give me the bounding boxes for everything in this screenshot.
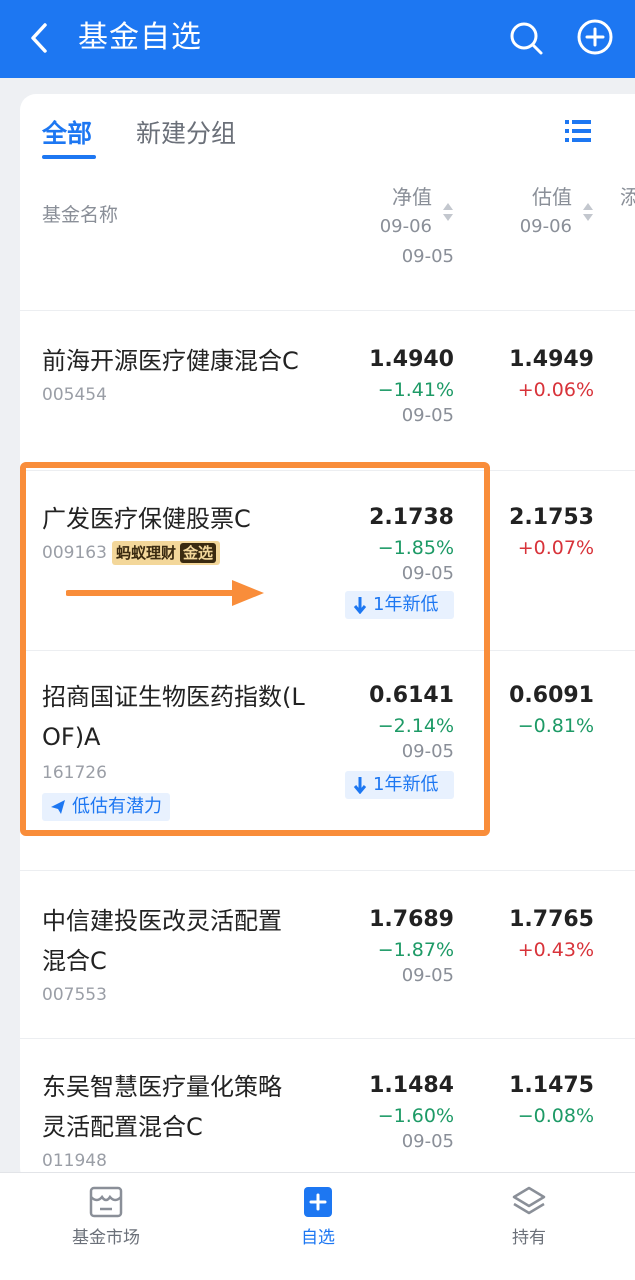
top-bar: 基金自选 xyxy=(0,0,635,78)
fund-nav-change: −2.14% xyxy=(377,715,454,737)
column-nav-date: 09-06 xyxy=(379,216,432,237)
fund-nav: 1.1484 xyxy=(369,1073,454,1098)
fund-nav: 1.4940 xyxy=(369,347,454,372)
fund-name-line1: 招商国证生物医药指数(L xyxy=(42,683,305,711)
fund-name: 广发医疗保健股票C xyxy=(42,505,251,533)
fund-estimate: 1.1475 xyxy=(509,1073,594,1098)
fund-nav-date: 09-05 xyxy=(401,1131,454,1152)
nav-holdings-label: 持有 xyxy=(512,1228,546,1248)
gold-pick-label: 金选 xyxy=(180,543,217,563)
column-nav-label: 净值 xyxy=(392,185,432,209)
bottom-nav: 基金市场 自选 持有 xyxy=(0,1172,635,1280)
fund-nav-change: −1.41% xyxy=(377,379,454,401)
fund-name: 前海开源医疗健康混合C xyxy=(42,347,299,375)
fund-nav: 2.1738 xyxy=(369,505,454,530)
new-low-tag: 1年新低 xyxy=(345,771,454,799)
fund-nav-date: 09-05 xyxy=(401,741,454,762)
column-header: 基金名称 净值 09-06 估值 09-06 添 xyxy=(20,174,635,254)
fund-nav-date: 09-05 xyxy=(401,563,454,584)
column-est-sort[interactable]: 估值 09-06 xyxy=(490,182,594,242)
layers-icon xyxy=(512,1186,546,1215)
fund-estimate-change: +0.06% xyxy=(517,379,594,401)
fund-estimate: 1.4949 xyxy=(509,347,594,372)
fund-name-line1: 东吴智慧医疗量化策略 xyxy=(42,1073,282,1101)
fund-nav-change: −1.60% xyxy=(377,1105,454,1127)
chevron-left-icon xyxy=(31,23,47,53)
fund-nav-date: 09-05 xyxy=(401,405,454,426)
plus-circle-icon xyxy=(577,19,613,55)
fund-code: 009163 xyxy=(42,543,107,563)
fund-name-line2: 灵活配置混合C xyxy=(42,1113,203,1141)
ant-wealth-badge: 蚂蚁理财 金选 xyxy=(112,541,221,565)
fund-name-line2: OF)A xyxy=(42,723,101,751)
fund-estimate-change: −0.81% xyxy=(517,715,594,737)
active-tab-indicator xyxy=(42,155,96,159)
watchlist-card: 全部 新建分组 基金名称 净值 09-06 估值 09-06 添 09-05 前… xyxy=(20,94,635,1184)
undervalued-tag: 低估有潜力 xyxy=(42,793,170,821)
fund-name-line2: 混合C xyxy=(42,947,107,975)
fund-row[interactable]: 广发医疗保健股票C 009163 蚂蚁理财 金选 2.1738 −1.85% 09… xyxy=(20,470,635,650)
fund-row[interactable]: 中信建投医改灵活配置 混合C 007553 1.7689 −1.87% 09-0… xyxy=(20,870,635,1038)
group-tabs: 全部 新建分组 xyxy=(20,94,635,174)
new-low-tag: 1年新低 xyxy=(345,591,454,619)
nav-fund-market-label: 基金市场 xyxy=(72,1228,140,1248)
new-low-label: 1年新低 xyxy=(373,594,439,615)
fund-name-line1: 中信建投医改灵活配置 xyxy=(42,907,282,935)
column-fund-name: 基金名称 xyxy=(42,204,119,226)
fund-row[interactable]: 东吴智慧医疗量化策略 灵活配置混合C 011948 1.1484 −1.60% … xyxy=(20,1038,635,1184)
fund-estimate-change: +0.43% xyxy=(517,939,594,961)
new-low-label: 1年新低 xyxy=(373,774,439,795)
fund-code: 161726 xyxy=(42,763,107,783)
nav-holdings[interactable]: 持有 xyxy=(469,1185,589,1248)
fund-row[interactable]: 招商国证生物医药指数(L OF)A 161726 低估有潜力 0.6141 −2… xyxy=(20,650,635,870)
fund-nav-date: 09-05 xyxy=(401,965,454,986)
column-est-date: 09-06 xyxy=(519,216,572,237)
search-icon xyxy=(510,22,543,55)
fund-nav-change: −1.85% xyxy=(377,537,454,559)
arrow-down-icon xyxy=(353,597,367,614)
paper-plane-icon xyxy=(51,800,65,814)
fund-code: 007553 xyxy=(42,985,107,1005)
fund-row[interactable]: 前海开源医疗健康混合C 005454 1.4940 −1.41% 09-05 1… xyxy=(20,310,635,470)
fund-nav: 1.7689 xyxy=(369,907,454,932)
nav-fund-market[interactable]: 基金市场 xyxy=(46,1185,166,1248)
annotation-arrow-icon xyxy=(66,580,264,606)
fund-estimate: 0.6091 xyxy=(509,683,594,708)
back-button[interactable] xyxy=(22,16,56,60)
partial-row-date: 09-05 xyxy=(401,246,454,267)
nav-watchlist[interactable]: 自选 xyxy=(258,1185,378,1248)
ant-wealth-label: 蚂蚁理财 xyxy=(116,544,177,562)
column-nav-sort[interactable]: 净值 09-06 xyxy=(350,182,454,242)
list-icon xyxy=(565,120,591,142)
plus-square-icon xyxy=(304,1187,332,1217)
fund-code: 005454 xyxy=(42,385,107,405)
fund-estimate: 2.1753 xyxy=(509,505,594,530)
column-est-label: 估值 xyxy=(532,185,572,209)
tab-all[interactable]: 全部 xyxy=(42,114,92,150)
add-fund-button[interactable] xyxy=(574,16,616,58)
arrow-down-icon xyxy=(353,777,367,794)
fund-nav: 0.6141 xyxy=(369,683,454,708)
storefront-icon xyxy=(89,1186,123,1218)
column-add-time[interactable]: 添 xyxy=(620,182,635,212)
list-view-button[interactable] xyxy=(564,118,592,144)
fund-estimate-change: −0.08% xyxy=(517,1105,594,1127)
fund-estimate-change: +0.07% xyxy=(517,537,594,559)
search-button[interactable] xyxy=(506,18,546,58)
fund-code: 011948 xyxy=(42,1151,107,1171)
undervalued-label: 低估有潜力 xyxy=(72,796,162,817)
sort-icon xyxy=(583,203,593,221)
fund-nav-change: −1.87% xyxy=(377,939,454,961)
tab-new-group[interactable]: 新建分组 xyxy=(136,114,236,150)
sort-icon xyxy=(443,203,453,221)
page-title: 基金自选 xyxy=(78,20,202,55)
nav-watchlist-label: 自选 xyxy=(301,1228,335,1248)
fund-estimate: 1.7765 xyxy=(509,907,594,932)
